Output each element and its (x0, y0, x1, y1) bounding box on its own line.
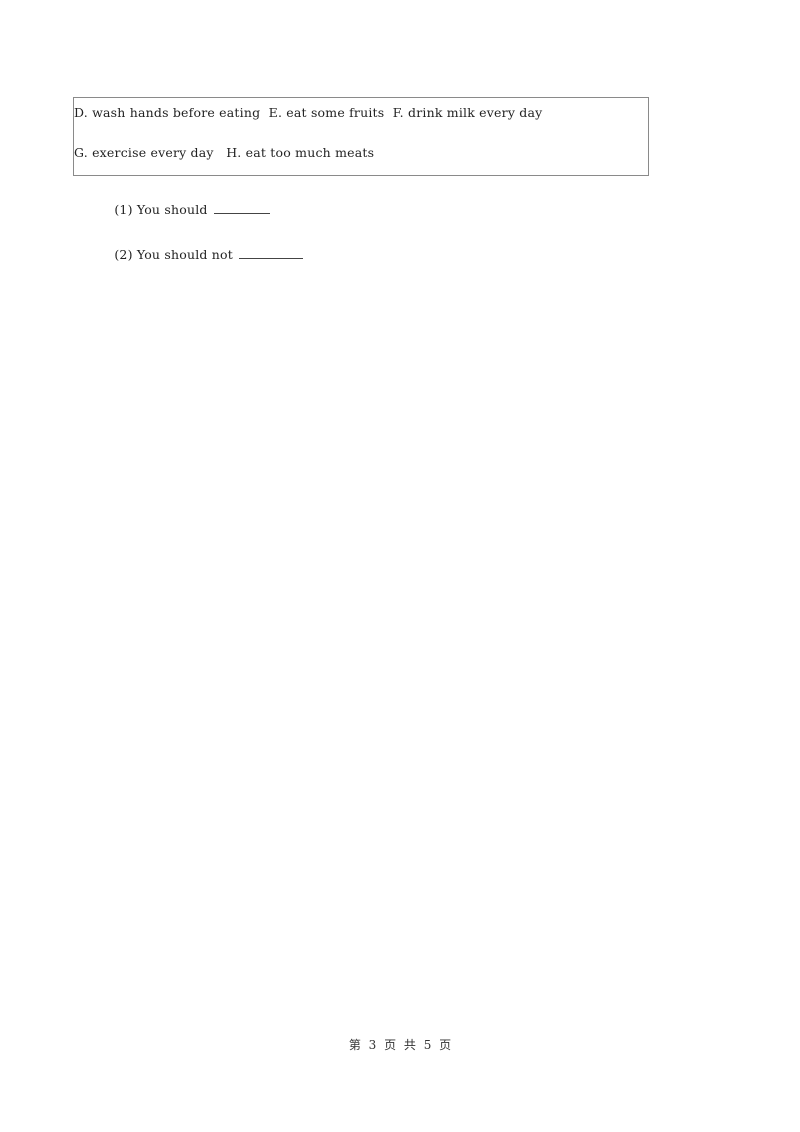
question-2-label: (2) You should not (114, 247, 233, 262)
question-2: (2) You should not (106, 231, 303, 262)
question-2-answer-blank[interactable] (238, 246, 303, 259)
question-1: (1) You should (106, 186, 270, 217)
question-1-label: (1) You should (114, 202, 208, 217)
options-box: D. wash hands before eating E. eat some … (73, 97, 649, 176)
options-line-2: G. exercise every day H. eat too much me… (74, 145, 375, 160)
question-1-answer-blank[interactable] (213, 201, 270, 214)
options-line-1: D. wash hands before eating E. eat some … (74, 105, 543, 120)
page-footer: 第 3 页 共 5 页 (348, 1038, 452, 1052)
